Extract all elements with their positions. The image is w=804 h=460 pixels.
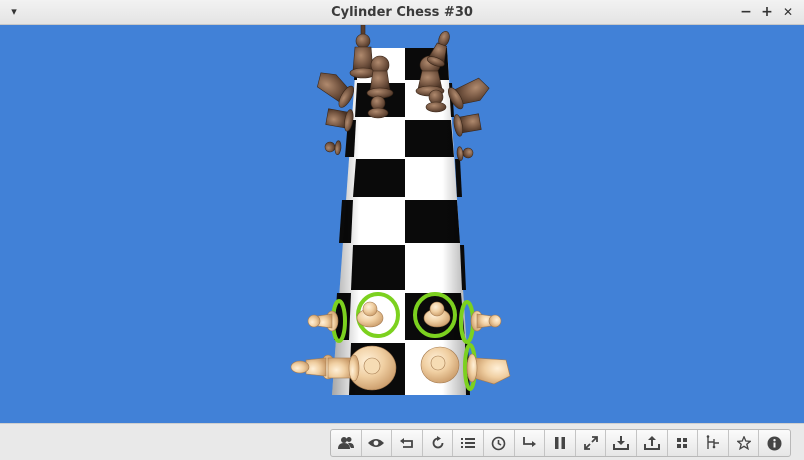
hint-button[interactable] bbox=[698, 430, 729, 456]
board-column bbox=[332, 48, 470, 395]
redo-button[interactable] bbox=[515, 430, 546, 456]
clock-icon bbox=[491, 436, 506, 450]
bottom-bar bbox=[0, 423, 804, 460]
pause-button[interactable] bbox=[545, 430, 576, 456]
white-queen bbox=[420, 346, 460, 384]
game-viewport[interactable] bbox=[0, 25, 804, 423]
boards-button[interactable] bbox=[668, 430, 699, 456]
minimize-button[interactable]: − bbox=[737, 3, 755, 21]
download-icon bbox=[613, 436, 630, 450]
favorite-button[interactable] bbox=[729, 430, 760, 456]
black-pawn bbox=[324, 140, 342, 155]
star-icon bbox=[736, 436, 751, 450]
black-pawn bbox=[456, 146, 474, 161]
cylinder-board-scene[interactable] bbox=[0, 25, 804, 423]
undo-button[interactable] bbox=[392, 430, 423, 456]
list-icon bbox=[461, 438, 476, 448]
eye-icon bbox=[368, 439, 385, 447]
clock-button[interactable] bbox=[484, 430, 515, 456]
info-icon bbox=[767, 436, 782, 450]
white-pawn bbox=[307, 310, 339, 332]
upload-icon bbox=[643, 436, 660, 450]
players-icon bbox=[337, 437, 354, 449]
hint-icon bbox=[706, 435, 719, 449]
moves-list-button[interactable] bbox=[453, 430, 484, 456]
info-button[interactable] bbox=[759, 430, 790, 456]
undo-icon bbox=[399, 438, 413, 448]
white-knight bbox=[466, 353, 511, 385]
download-button[interactable] bbox=[606, 430, 637, 456]
black-rook bbox=[325, 108, 354, 132]
fullscreen-button[interactable] bbox=[576, 430, 607, 456]
close-button[interactable]: ✕ bbox=[779, 3, 797, 21]
view-button[interactable] bbox=[362, 430, 393, 456]
title-bar: ▾ Cylinder Chess #30 − + ✕ bbox=[0, 0, 804, 25]
maximize-button[interactable]: + bbox=[758, 3, 776, 21]
game-toolbar bbox=[330, 429, 791, 457]
white-rook bbox=[327, 354, 360, 382]
grid-icon bbox=[677, 438, 688, 448]
pause-icon bbox=[554, 437, 565, 449]
players-button[interactable] bbox=[331, 430, 362, 456]
restart-button[interactable] bbox=[423, 430, 454, 456]
fullscreen-icon bbox=[583, 436, 598, 450]
refresh-icon bbox=[432, 436, 443, 449]
black-rook bbox=[453, 113, 482, 137]
upload-button[interactable] bbox=[637, 430, 668, 456]
redo-icon bbox=[523, 437, 537, 447]
window-title: Cylinder Chess #30 bbox=[331, 5, 473, 20]
white-pawn bbox=[470, 310, 502, 332]
